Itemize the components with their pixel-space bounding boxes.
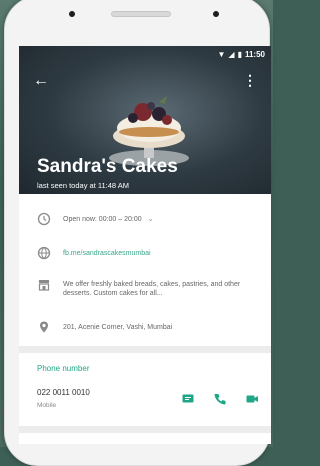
- phone-label: Mobile: [37, 402, 57, 409]
- screen: ▼ ◢ ▮ 11:50 ← ⋮ Sandra's Cakes last seen…: [19, 46, 271, 444]
- profile-header: ▼ ◢ ▮ 11:50 ← ⋮ Sandra's Cakes last seen…: [19, 46, 271, 194]
- phone-number[interactable]: 022 0011 0010: [37, 388, 90, 397]
- hours-text: Open now: 00:00 – 20:00: [63, 216, 142, 223]
- last-seen: last seen today at 11:48 AM: [37, 181, 130, 190]
- location-pin-icon: [40, 321, 48, 333]
- message-icon[interactable]: [181, 392, 195, 406]
- phone-section-title: Phone number: [37, 364, 90, 373]
- status-bar: ▼ ◢ ▮ 11:50: [19, 46, 271, 64]
- chevron-down-icon[interactable]: ⌄: [148, 216, 154, 223]
- website-link[interactable]: fb.me/sandrascakesmumbai: [63, 249, 253, 258]
- store-icon: [38, 280, 50, 291]
- signal-icon: ◢: [228, 50, 235, 59]
- status-time: 11:50: [244, 50, 265, 59]
- business-name: Sandra's Cakes: [37, 156, 178, 177]
- wifi-icon: ▼: [217, 50, 226, 59]
- section-divider: [19, 346, 271, 353]
- clock-icon: [37, 212, 51, 226]
- globe-icon: [37, 246, 51, 260]
- address-row[interactable]: 201, Acenie Corner, Vashi, Mumbai: [19, 320, 271, 342]
- phone-icon[interactable]: [213, 392, 227, 406]
- earpiece-speaker: [111, 11, 171, 17]
- battery-icon: ▮: [237, 50, 242, 59]
- front-camera: [69, 11, 75, 17]
- address-text: 201, Acenie Corner, Vashi, Mumbai: [63, 324, 173, 331]
- proximity-sensor: [213, 11, 219, 17]
- link-row[interactable]: fb.me/sandrascakesmumbai: [19, 246, 271, 268]
- back-arrow-icon[interactable]: ←: [33, 72, 49, 90]
- description-row: We offer freshly baked breads, cakes, pa…: [19, 278, 271, 310]
- more-vert-icon[interactable]: ⋮: [243, 72, 257, 89]
- phone-frame: ▼ ◢ ▮ 11:50 ← ⋮ Sandra's Cakes last seen…: [4, 0, 271, 466]
- section-divider: [19, 426, 271, 433]
- hours-row[interactable]: Open now: 00:00 – 20:00 ⌄: [19, 212, 271, 234]
- business-description: We offer freshly baked breads, cakes, pa…: [63, 281, 241, 298]
- video-icon[interactable]: [245, 392, 259, 406]
